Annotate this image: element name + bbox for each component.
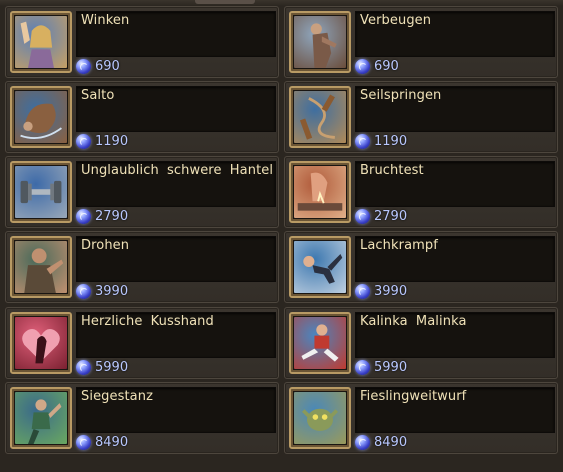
emote-icon-frame[interactable] [289,11,351,73]
emote-icon-frame[interactable] [10,86,72,148]
emote-name: Seilspringen [360,88,442,103]
emote-icon-frame[interactable] [10,161,72,223]
emote-price: 3990 [374,283,408,299]
price-row: 3990 [355,282,407,300]
emote-card[interactable]: Drohen 3990 [5,231,279,303]
emote-price: 2790 [95,208,129,224]
emote-icon-frame[interactable] [10,236,72,298]
emote-icon-frame[interactable] [289,387,351,449]
blue-gem-icon [76,58,91,74]
blue-gem-icon [355,208,370,224]
cossack-dance-icon [294,317,346,369]
emote-name: Siegestanz [81,389,154,404]
somersault-icon [15,91,67,143]
blue-gem-icon [355,133,370,149]
emote-icon-frame[interactable] [289,86,351,148]
kiss-hand-heart-icon [15,317,67,369]
blue-gem-icon [76,208,91,224]
emote-name-box: Siegestanz [76,387,276,433]
blue-gem-icon [355,434,370,450]
emote-card[interactable]: Winken 690 [5,6,279,78]
threatening-man-icon [15,241,67,293]
emote-price: 3990 [95,283,129,299]
blue-gem-icon [76,434,91,450]
emote-price: 5990 [95,359,129,375]
emote-name: Unglaublich schwere Hantel [81,163,274,178]
emote-grid: Winken 690 Verbeugen 690 Salto 1190 Seilspring… [0,4,563,472]
laughing-fall-icon [294,241,346,293]
emote-card[interactable]: Fieslingweitwurf 8490 [284,382,558,454]
price-row: 1190 [76,132,128,150]
emote-price: 690 [95,58,120,74]
emote-name: Fieslingweitwurf [360,389,467,404]
victory-dance-icon [15,392,67,444]
price-row: 3990 [76,282,128,300]
emote-name: Bruchtest [360,163,424,178]
price-row: 690 [355,57,399,75]
price-row: 2790 [355,207,407,225]
blue-gem-icon [355,58,370,74]
emote-card[interactable]: Salto 1190 [5,81,279,153]
emote-name: Kalinka Malinka [360,314,467,329]
emote-name-box: Kalinka Malinka [355,312,555,358]
emote-card[interactable]: Unglaublich schwere Hantel 2790 [5,156,279,228]
emote-price: 2790 [374,208,408,224]
waving-woman-icon [15,16,67,68]
emote-card[interactable]: Herzliche Kusshand 5990 [5,307,279,379]
emote-name-box: Lachkrampf [355,236,555,282]
emote-icon-frame[interactable] [289,312,351,374]
blue-gem-icon [76,359,91,375]
emote-icon-frame[interactable] [10,387,72,449]
emote-name: Winken [81,13,130,28]
emote-name: Verbeugen [360,13,432,28]
emote-name-box: Salto [76,86,276,132]
blue-gem-icon [76,283,91,299]
emote-price: 8490 [95,434,129,450]
emote-name-box: Bruchtest [355,161,555,207]
emote-name: Salto [81,88,115,103]
emote-name-box: Seilspringen [355,86,555,132]
emote-card[interactable]: Siegestanz 8490 [5,382,279,454]
emote-name-box: Herzliche Kusshand [76,312,276,358]
emote-name-box: Unglaublich schwere Hantel [76,161,276,207]
price-row: 690 [76,57,120,75]
blue-gem-icon [355,359,370,375]
emote-icon-frame[interactable] [289,236,351,298]
price-row: 1190 [355,132,407,150]
emote-icon-frame[interactable] [289,161,351,223]
goblin-throw-icon [294,392,346,444]
price-row: 2790 [76,207,128,225]
emote-name-box: Winken [76,11,276,57]
emote-card[interactable]: Verbeugen 690 [284,6,558,78]
emote-price: 1190 [95,133,129,149]
bowing-man-icon [294,16,346,68]
emote-icon-frame[interactable] [10,312,72,374]
breaking-test-icon [294,166,346,218]
emote-card[interactable]: Seilspringen 1190 [284,81,558,153]
emote-price: 8490 [374,434,408,450]
emote-name-box: Verbeugen [355,11,555,57]
dumbbell-icon [15,166,67,218]
blue-gem-icon [76,133,91,149]
emote-name: Herzliche Kusshand [81,314,214,329]
emote-price: 1190 [374,133,408,149]
price-row: 5990 [355,358,407,376]
emote-card[interactable]: Lachkrampf 3990 [284,231,558,303]
price-row: 5990 [76,358,128,376]
emote-card[interactable]: Kalinka Malinka 5990 [284,307,558,379]
emote-name: Lachkrampf [360,238,438,253]
emote-price: 5990 [374,359,408,375]
emote-name: Drohen [81,238,130,253]
price-row: 8490 [76,433,128,451]
emote-name-box: Fieslingweitwurf [355,387,555,433]
blue-gem-icon [355,283,370,299]
emote-price: 690 [374,58,399,74]
emote-card[interactable]: Bruchtest 2790 [284,156,558,228]
emote-name-box: Drohen [76,236,276,282]
emote-icon-frame[interactable] [10,11,72,73]
price-row: 8490 [355,433,407,451]
jump-rope-icon [294,91,346,143]
